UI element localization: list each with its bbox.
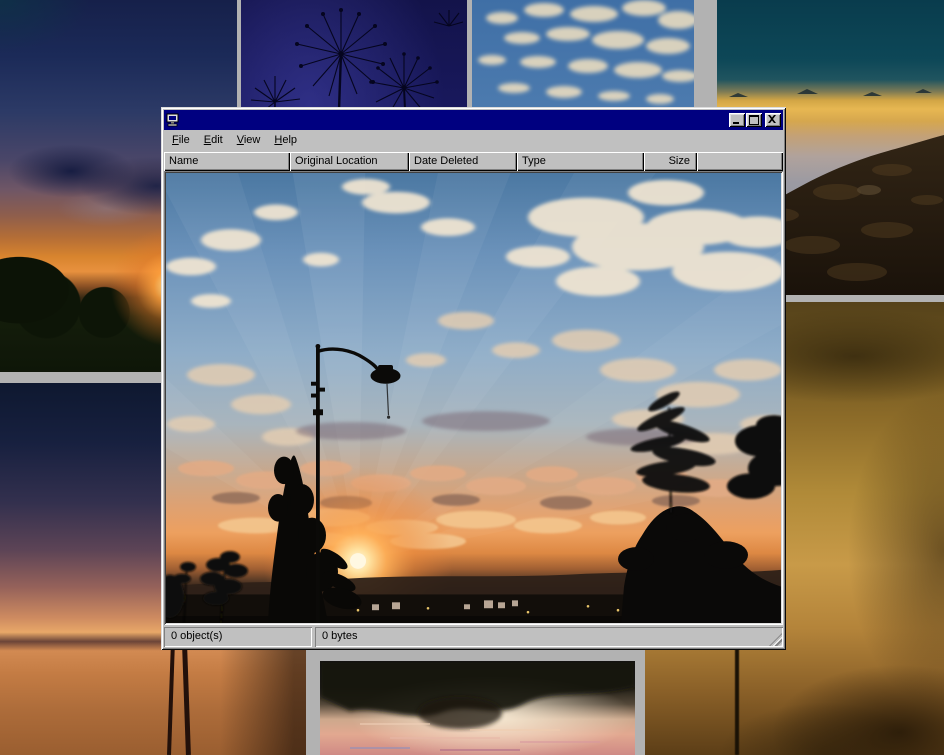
column-header-size[interactable]: Size [644, 152, 697, 171]
menu-help[interactable]: Help [267, 132, 304, 149]
status-object-count: 0 object(s) [164, 627, 312, 647]
close-button[interactable] [765, 113, 781, 127]
title-bar[interactable] [164, 110, 783, 130]
lake-pole-silhouette [182, 645, 191, 755]
column-header-original-location[interactable]: Original Location [290, 152, 409, 171]
column-header-date-deleted[interactable]: Date Deleted [409, 152, 517, 171]
menu-edit[interactable]: Edit [197, 132, 230, 149]
close-icon [768, 115, 776, 123]
reflection-photo-art [320, 661, 635, 755]
resize-grip-icon[interactable] [769, 633, 782, 646]
menu-file[interactable]: File [165, 132, 197, 149]
computer-icon[interactable] [166, 113, 180, 127]
maximize-button[interactable] [746, 113, 762, 127]
maximize-icon [749, 115, 759, 125]
status-byte-count: 0 bytes [315, 627, 783, 647]
column-header-name[interactable]: Name [164, 152, 290, 171]
menu-bar: File Edit View Help [164, 130, 783, 152]
minimize-button[interactable] [729, 113, 745, 127]
sunset-lamp-photo-art [166, 173, 781, 623]
list-background-sunset-photo [166, 173, 781, 623]
column-header-filler [697, 152, 783, 171]
recycle-bin-window: File Edit View Help Name Original Locati… [161, 107, 786, 650]
column-header-type[interactable]: Type [517, 152, 644, 171]
lake-pole-silhouette [167, 641, 175, 755]
file-list-area[interactable] [164, 171, 783, 625]
status-bar: 0 object(s) 0 bytes [164, 625, 783, 647]
status-byte-text: 0 bytes [322, 630, 357, 642]
column-header-row: Name Original Location Date Deleted Type… [164, 152, 783, 171]
wallpaper-photo-water-reflections [320, 661, 635, 755]
menu-view[interactable]: View [230, 132, 268, 149]
minimize-icon [733, 122, 739, 124]
desktop: File Edit View Help Name Original Locati… [0, 0, 944, 755]
